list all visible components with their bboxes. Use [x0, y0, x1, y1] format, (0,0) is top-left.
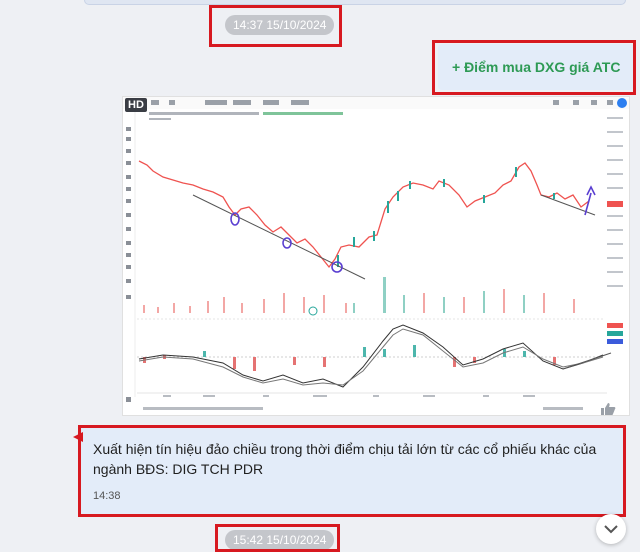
like-icon[interactable]	[600, 402, 616, 416]
hd-badge: HD	[125, 98, 147, 112]
previous-message-edge	[84, 0, 626, 5]
highlight-box-buy	[432, 40, 636, 95]
price-chart	[123, 97, 629, 415]
chevron-down-icon	[604, 525, 618, 534]
highlight-box-timestamp-1	[209, 5, 342, 47]
chart-screenshot[interactable]	[122, 96, 630, 416]
bubble-tail-icon	[73, 432, 83, 442]
highlight-box-timestamp-2	[215, 524, 340, 552]
highlight-box-reply	[78, 425, 626, 517]
scroll-down-button[interactable]	[596, 514, 626, 544]
